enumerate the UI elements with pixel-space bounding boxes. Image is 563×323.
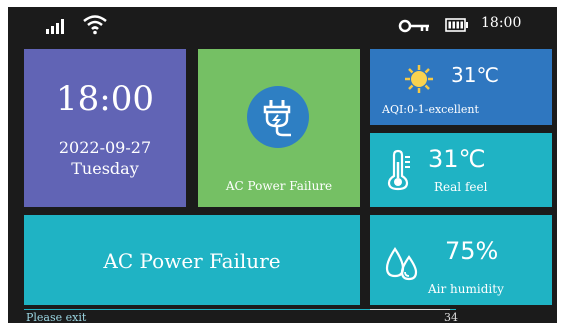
- key-icon: [398, 19, 429, 33]
- thermometer-icon: [387, 149, 410, 191]
- plug-icon: [263, 100, 291, 137]
- real-feel-tile[interactable]: 31℃ Real feel: [370, 133, 552, 207]
- humidity-tile[interactable]: 75% Air humidity: [370, 215, 552, 305]
- status-clock: 18:00: [481, 15, 522, 31]
- signal-icon: [46, 18, 68, 34]
- countdown-divider: [370, 309, 450, 310]
- alarm-message: AC Power Failure: [103, 249, 281, 273]
- clock-date: 2022-09-27: [58, 138, 152, 157]
- humidity-value: 75%: [445, 237, 499, 265]
- alarm-tile[interactable]: AC Power Failure: [24, 215, 360, 305]
- weather-tile[interactable]: 31℃ AQI:0-1-excellent: [370, 49, 552, 125]
- status-bar: 18:00: [8, 7, 557, 45]
- sun-icon: [405, 65, 433, 93]
- exit-countdown: 34: [444, 311, 458, 323]
- aqi-label: AQI:0-1-excellent: [382, 103, 479, 116]
- ac-tile-label: AC Power Failure: [225, 179, 333, 193]
- exit-hint[interactable]: Please exit: [26, 311, 86, 323]
- water-drops-icon: [385, 247, 418, 281]
- humidity-label: Air humidity: [428, 282, 504, 296]
- battery-icon: [445, 18, 468, 32]
- outdoor-temperature: 31℃: [451, 63, 499, 87]
- real-feel-label: Real feel: [434, 180, 488, 194]
- clock-time: 18:00: [56, 79, 154, 119]
- clock-tile[interactable]: 18:00 2022-09-27 Tuesday: [24, 49, 186, 207]
- device-screen: 18:00 18:00 2022-09-27 Tuesday AC Power …: [8, 7, 557, 323]
- plug-icon-badge: [247, 86, 309, 148]
- wifi-icon: [83, 15, 107, 35]
- clock-weekday: Tuesday: [71, 159, 139, 178]
- real-feel-temperature: 31℃: [428, 145, 486, 173]
- ac-power-tile[interactable]: AC Power Failure: [198, 49, 360, 207]
